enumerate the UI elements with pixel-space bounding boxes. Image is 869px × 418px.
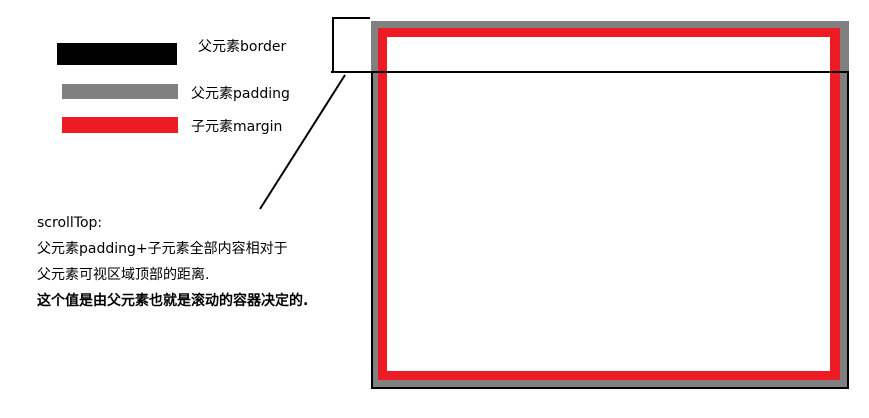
scrolltop-bracket [332,17,370,71]
note-line-2: 父元素可视区域顶部的距离. [37,267,210,283]
scrolltop-note: scrollTop: 父元素padding+子元素全部内容相对于 父元素可视区域… [37,210,337,314]
note-title: scrollTop: [37,215,103,231]
note-emphasis: 这个值是由父元素也就是滚动的容器决定的. [37,293,309,309]
child-content-area [387,37,830,371]
pointer-line [259,74,346,210]
scroll-diagram [259,17,849,389]
note-line-1: 父元素padding+子元素全部内容相对于 [37,241,288,257]
